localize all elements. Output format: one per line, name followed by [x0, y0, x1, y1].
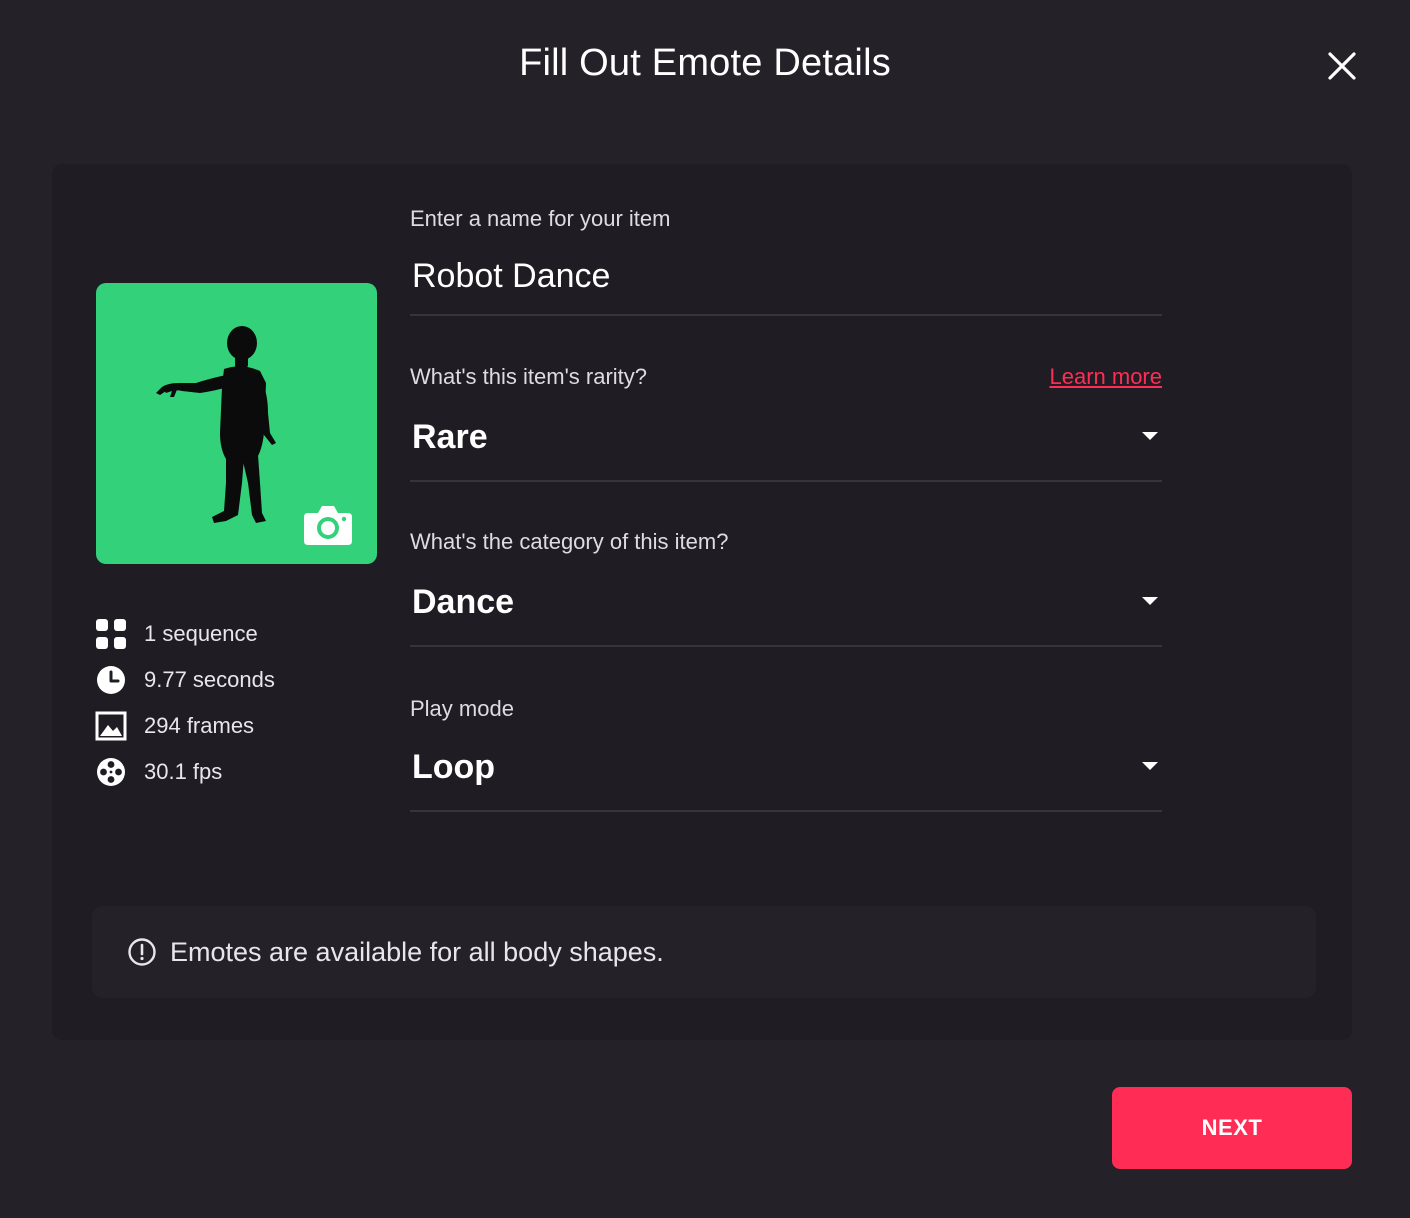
rarity-value: Rare	[412, 418, 488, 456]
stat-text: 1 sequence	[144, 621, 258, 646]
camera-icon	[304, 506, 352, 545]
stat-duration: 9.77 seconds	[95, 657, 395, 703]
close-icon	[1328, 52, 1356, 80]
rarity-label: What's this item's rarity?	[410, 364, 648, 389]
stat-text: 294 frames	[144, 713, 255, 738]
chevron-down-icon	[1142, 432, 1158, 440]
play-mode-value: Loop	[412, 748, 496, 786]
category-label: What's the category of this item?	[410, 529, 729, 554]
stat-frames: 294 frames	[95, 703, 395, 749]
category-value: Dance	[412, 583, 515, 621]
name-input[interactable]	[410, 248, 1162, 316]
modal-title: Fill Out Emote Details	[519, 42, 891, 84]
image-icon	[95, 710, 127, 742]
play-mode-label: Play mode	[410, 696, 514, 721]
rarity-select[interactable]: Rare	[410, 400, 1162, 482]
next-button[interactable]: NEXT	[1112, 1087, 1352, 1169]
stat-fps: 30.1 fps	[95, 749, 395, 795]
stat-text: 30.1 fps	[144, 759, 223, 784]
emote-details-modal: Fill Out Emote Details 1 sequence 9.77 s…	[0, 0, 1410, 1218]
emote-stats: 1 sequence 9.77 seconds 294 frames 30.1 …	[95, 611, 395, 795]
grid-icon	[95, 618, 127, 650]
category-select[interactable]: Dance	[410, 565, 1162, 647]
film-reel-icon	[95, 756, 127, 788]
play-mode-select[interactable]: Loop	[410, 730, 1162, 812]
close-button[interactable]	[1322, 46, 1362, 86]
stat-sequences: 1 sequence	[95, 611, 395, 657]
info-text: Emotes are available for all body shapes…	[170, 936, 664, 967]
camera-button[interactable]	[302, 503, 354, 547]
info-icon	[126, 936, 158, 968]
stat-text: 9.77 seconds	[144, 667, 275, 692]
info-banner: Emotes are available for all body shapes…	[92, 906, 1316, 998]
chevron-down-icon	[1142, 597, 1158, 605]
emote-thumbnail	[96, 283, 377, 564]
learn-more-link[interactable]: Learn more	[1049, 364, 1162, 390]
content-card: 1 sequence 9.77 seconds 294 frames 30.1 …	[52, 164, 1352, 1040]
name-label: Enter a name for your item	[410, 206, 671, 231]
chevron-down-icon	[1142, 762, 1158, 770]
clock-icon	[95, 664, 127, 696]
